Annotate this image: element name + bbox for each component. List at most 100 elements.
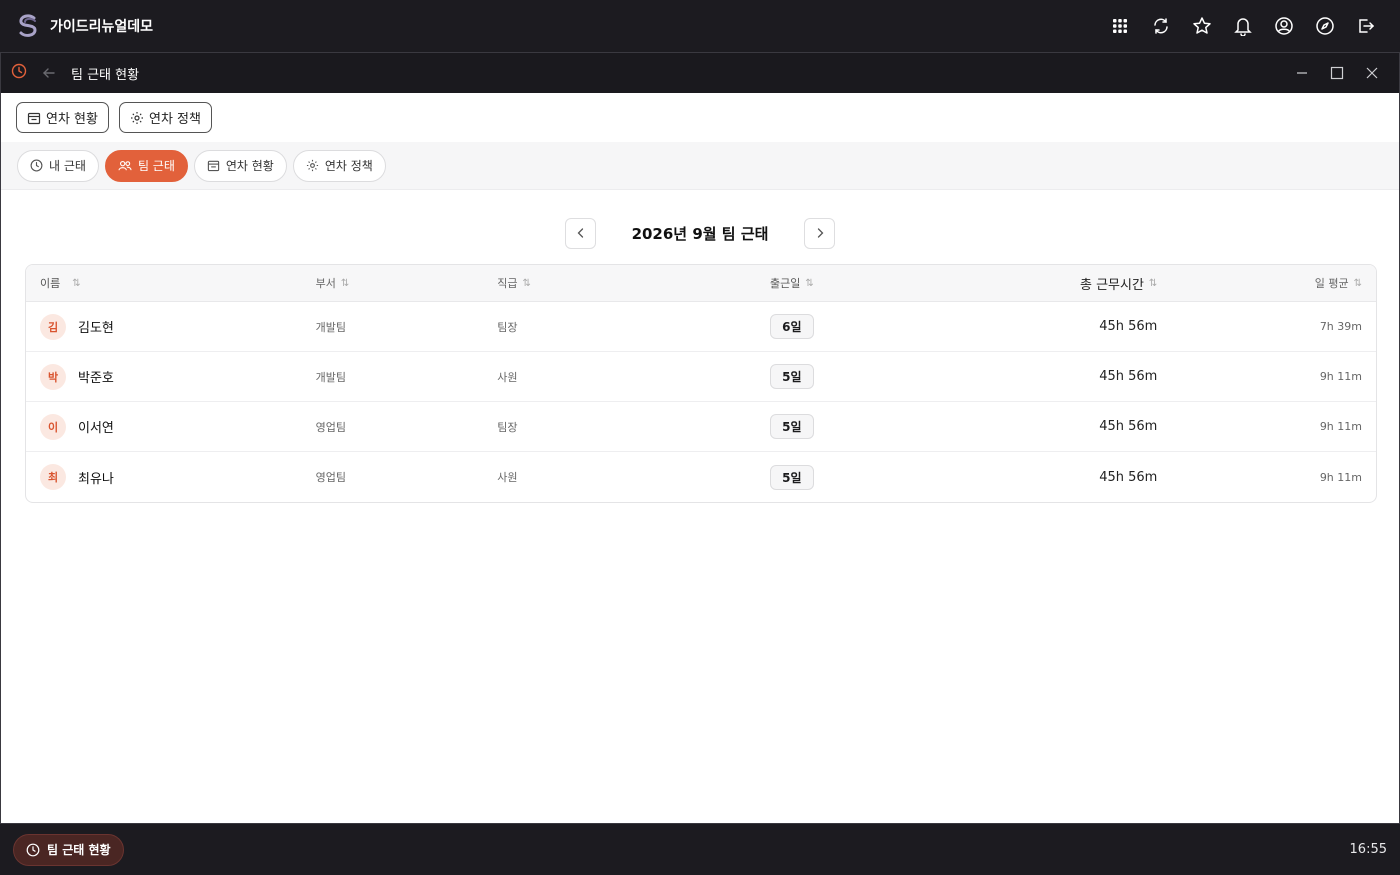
total-hours: 45h 56m (1099, 469, 1158, 485)
back-arrow-icon[interactable] (41, 65, 57, 81)
clock-icon (30, 159, 43, 172)
tab-label: 연차 정책 (324, 159, 373, 173)
month-navigator: 2026년 9월 팀 근태 (1, 217, 1399, 249)
tab-label: 연차 현황 (225, 159, 274, 173)
window-titlebar: 팀 근태 현황 (1, 53, 1399, 93)
tab-team-attendance[interactable]: 팀 근태 (104, 149, 188, 182)
total-hours: 45h 56m (1099, 319, 1158, 334)
window-clock-icon (11, 63, 27, 83)
employee-dept: 영업팀 (315, 420, 346, 434)
system-clock: 16:55 (1349, 842, 1387, 857)
table-header: 이름 ⇅ 부서 ⇅ 직급 ⇅ 출근일 ⇅ 총 근무시간 ⇅ 일 평균 ⇅ (26, 265, 1376, 302)
header-label: 직급 (497, 277, 518, 290)
calendar-icon (207, 159, 220, 172)
leave-policy-button[interactable]: 연차 정책 (118, 102, 212, 133)
tab-leave-status[interactable]: 연차 현황 (193, 149, 287, 182)
gear-icon (130, 111, 144, 125)
tab-leave-policy[interactable]: 연차 정책 (292, 149, 386, 182)
header-label: 일 평균 (1314, 277, 1349, 290)
app-name: 가이드리뉴얼데모 (50, 19, 154, 35)
employee-position: 사원 (497, 370, 518, 384)
logout-icon[interactable] (1345, 6, 1386, 46)
star-icon[interactable] (1181, 6, 1222, 46)
employee-name: 김도현 (78, 321, 114, 336)
chevron-right-icon (817, 228, 823, 238)
avatar: 이 (40, 413, 66, 440)
sort-icon: ⇅ (1148, 277, 1158, 289)
minimize-button[interactable] (1284, 55, 1319, 91)
user-icon[interactable] (1263, 6, 1304, 46)
attendance-days-badge: 5일 (769, 414, 814, 439)
month-title: 2026년 9월 팀 근태 (631, 224, 769, 243)
sort-icon: ⇅ (72, 277, 81, 289)
attendance-days-badge: 6일 (769, 314, 814, 339)
daily-average: 9h 11m (1319, 370, 1362, 383)
next-month-button[interactable] (804, 217, 835, 249)
employee-dept: 개발팀 (315, 370, 346, 384)
taskbar-item-team-attendance[interactable]: 팀 근태 현황 (13, 833, 124, 866)
taskbar-item-label: 팀 근태 현황 (47, 843, 111, 857)
leave-policy-label: 연차 정책 (148, 112, 201, 127)
close-button[interactable] (1354, 55, 1389, 91)
bell-icon[interactable] (1222, 6, 1263, 46)
team-attendance-table: 이름 ⇅ 부서 ⇅ 직급 ⇅ 출근일 ⇅ 총 근무시간 ⇅ 일 평균 ⇅ 김 김도현 개발팀 … (25, 264, 1377, 503)
employee-position: 사원 (497, 471, 518, 484)
header-label: 출근일 (769, 277, 801, 290)
system-top-bar: 가이드리뉴얼데모 (0, 0, 1400, 52)
avatar: 최 (40, 464, 66, 490)
leave-status-label: 연차 현황 (46, 112, 98, 127)
employee-name: 최유나 (78, 471, 114, 487)
maximize-button[interactable] (1319, 55, 1354, 91)
header-position[interactable]: 직급 ⇅ (497, 275, 677, 291)
header-label: 총 근무시간 (1079, 277, 1144, 293)
calendar-icon (27, 111, 41, 125)
header-avg[interactable]: 일 평균 ⇅ (1157, 275, 1376, 291)
gear-icon (306, 159, 319, 172)
employee-name: 이서연 (78, 421, 114, 436)
employee-position: 팀장 (497, 420, 518, 434)
employee-position: 팀장 (497, 320, 518, 334)
tab-my-attendance[interactable]: 내 근태 (17, 149, 99, 182)
chevron-left-icon (577, 228, 583, 238)
sort-icon: ⇅ (340, 277, 350, 289)
header-days[interactable]: 출근일 ⇅ (677, 275, 907, 291)
tab-bar: 내 근태 팀 근태 연차 현황 연차 정책 (1, 142, 1399, 190)
sync-icon[interactable] (1140, 6, 1181, 46)
toolbar: 연차 현황 연차 정책 (1, 93, 1399, 142)
users-icon (118, 159, 132, 172)
header-name[interactable]: 이름 ⇅ (26, 275, 316, 291)
total-hours: 45h 56m (1099, 369, 1158, 384)
header-dept[interactable]: 부서 ⇅ (316, 275, 498, 291)
app-window: 팀 근태 현황 연차 현황 연차 정책 내 근태 팀 근태 연차 현황 연차 정… (0, 52, 1400, 824)
header-total[interactable]: 총 근무시간 ⇅ (907, 274, 1158, 293)
sort-icon: ⇅ (522, 277, 531, 289)
header-label: 부서 (315, 277, 336, 290)
leave-status-button[interactable]: 연차 현황 (16, 102, 109, 133)
header-label: 이름 (40, 277, 61, 290)
table-row[interactable]: 최 최유나 영업팀 사원 5일 45h 56m 9h 11m (26, 452, 1376, 502)
daily-average: 9h 11m (1319, 470, 1362, 484)
clock-icon (26, 843, 40, 857)
compass-icon[interactable] (1304, 6, 1345, 46)
avatar: 박 (40, 363, 66, 390)
tab-label: 팀 근태 (137, 159, 175, 173)
total-hours: 45h 56m (1099, 419, 1158, 434)
attendance-days-badge: 5일 (769, 464, 814, 490)
app-logo-icon[interactable] (14, 12, 42, 40)
daily-average: 7h 39m (1319, 320, 1362, 333)
table-row[interactable]: 김 김도현 개발팀 팀장 6일 45h 56m 7h 39m (26, 302, 1376, 352)
prev-month-button[interactable] (565, 217, 596, 249)
taskbar: 팀 근태 현황 16:55 (0, 824, 1400, 875)
avatar: 김 (40, 313, 66, 340)
apps-grid-icon[interactable] (1099, 6, 1140, 46)
tab-label: 내 근태 (49, 159, 86, 173)
daily-average: 9h 11m (1319, 420, 1362, 433)
employee-dept: 영업팀 (315, 471, 346, 484)
attendance-days-badge: 5일 (769, 364, 814, 389)
sort-icon: ⇅ (805, 277, 814, 289)
employee-dept: 개발팀 (315, 320, 346, 334)
table-row[interactable]: 이 이서연 영업팀 팀장 5일 45h 56m 9h 11m (26, 402, 1376, 452)
sort-icon: ⇅ (1353, 277, 1362, 289)
table-row[interactable]: 박 박준호 개발팀 사원 5일 45h 56m 9h 11m (26, 352, 1376, 402)
window-title: 팀 근태 현황 (71, 67, 140, 83)
